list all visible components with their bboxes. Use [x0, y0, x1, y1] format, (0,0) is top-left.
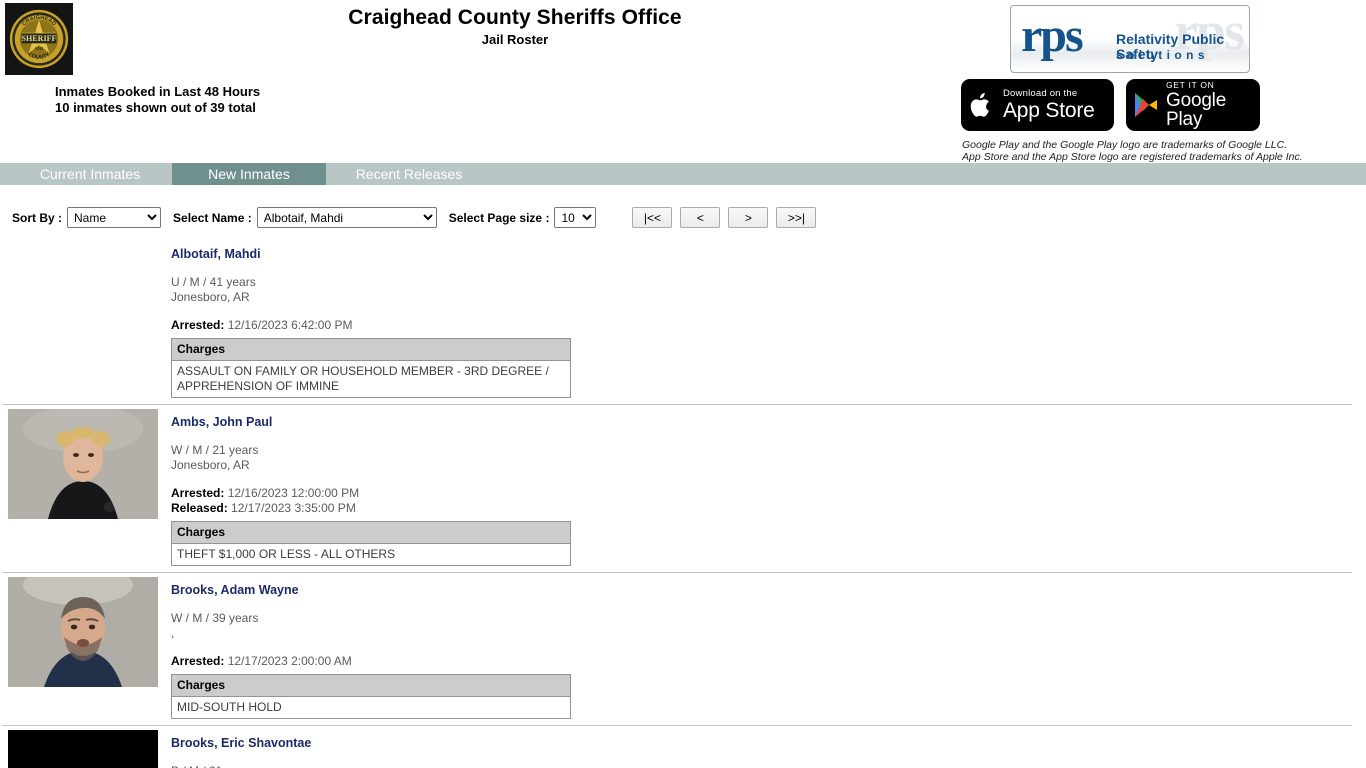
store-trademark-disclaimer: Google Play and the Google Play logo are… [962, 139, 1303, 163]
page-header: SHERIFF 1859 CRAIGHEAD COUNTY Craighead … [0, 0, 1366, 163]
inmate-location: Jonesboro, AR [171, 458, 250, 472]
inmate-race-sex-age: U / M / 41 years [171, 275, 256, 289]
app-store-label: Download on the App Store [1003, 89, 1095, 121]
sort-by-label: Sort By : [12, 210, 63, 225]
inmate-row: Ambs, John Paul W / M / 21 years Jonesbo… [0, 405, 1366, 573]
mugshot-cell [0, 405, 171, 566]
inmate-details: Brooks, Adam Wayne W / M / 39 years , Ar… [171, 573, 1366, 719]
disclaimer-line-2: App Store and the App Store logo are reg… [962, 151, 1303, 163]
rps-tagline-secondary: solutions [1116, 48, 1209, 62]
inmate-dates: Arrested: 12/16/2023 12:00:00 PM Release… [171, 486, 1366, 516]
mugshot-image[interactable] [8, 730, 158, 768]
inmate-name-link[interactable]: Ambs, John Paul [171, 415, 1366, 430]
inmate-arrested-line: Arrested: 12/16/2023 12:00:00 PM [171, 486, 1366, 501]
page-title: Craighead County Sheriffs Office [348, 6, 682, 29]
mugshot-cell [0, 573, 171, 719]
arrested-label: Arrested: [171, 318, 225, 332]
inmate-location: , [171, 626, 175, 640]
booked-window-label: Inmates Booked in Last 48 Hours [55, 84, 261, 99]
inmate-demographics: W / M / 39 years , [171, 611, 1366, 641]
pagination-next-button[interactable]: > [728, 207, 769, 228]
sort-by-select[interactable]: Name [67, 207, 162, 228]
charges-table: Charges MID-SOUTH HOLD [171, 674, 571, 719]
charge-item: MID-SOUTH HOLD [177, 700, 282, 714]
booked-summary: Inmates Booked in Last 48 Hours 10 inmat… [55, 84, 260, 116]
charges-column-header: Charges [171, 674, 571, 697]
inmate-race-sex-age: W / M / 39 years [171, 611, 259, 625]
app-store-small-text: Download on the [1003, 88, 1078, 100]
inmate-details: Brooks, Eric Shavontae B / M / 21 years … [171, 726, 1366, 768]
mugshot-cell [0, 726, 171, 768]
charges-column-header: Charges [171, 338, 571, 361]
inmate-row: Brooks, Eric Shavontae B / M / 21 years … [0, 726, 1366, 768]
google-play-icon [1126, 91, 1166, 119]
charges-table: Charges THEFT $1,000 OR LESS - ALL OTHER… [171, 521, 571, 566]
tab-bar-spacer [0, 163, 8, 185]
inmate-name-link[interactable]: Brooks, Eric Shavontae [171, 736, 1366, 751]
tab-recent-releases[interactable]: Recent Releases [326, 163, 492, 185]
pagination-last-button[interactable]: >>| [776, 207, 817, 228]
released-value: 12/17/2023 3:35:00 PM [231, 501, 356, 515]
page-size-label: Select Page size : [448, 210, 550, 225]
inmate-race-sex-age: B / M / 21 years [171, 764, 1366, 768]
select-name-dropdown[interactable]: Albotaif, Mahdi [256, 207, 437, 228]
arrested-value: 12/16/2023 6:42:00 PM [227, 318, 353, 332]
inmate-dates: Arrested: 12/16/2023 6:42:00 PM [171, 318, 1366, 333]
rps-logo[interactable]: rps rps Relativity Public Safety solutio… [1010, 5, 1250, 73]
arrested-label: Arrested: [171, 486, 225, 500]
inmate-location: Jonesboro, AR [171, 290, 250, 304]
mugshot-image[interactable] [8, 577, 158, 687]
google-play-button[interactable]: GET IT ON Google Play [1126, 79, 1260, 131]
inmate-dates: Arrested: 12/17/2023 2:00:00 AM [171, 654, 1366, 669]
inmate-arrested-line: Arrested: 12/17/2023 2:00:00 AM [171, 654, 1366, 669]
mugshot-image[interactable] [8, 409, 158, 519]
inmate-name-link[interactable]: Albotaif, Mahdi [171, 247, 1366, 262]
pagination-first-button[interactable]: |<< [632, 207, 673, 228]
inmate-demographics: W / M / 21 years Jonesboro, AR [171, 443, 1366, 473]
booked-count-label: 10 inmates shown out of 39 total [55, 100, 256, 115]
app-store-big-text: App Store [1003, 98, 1095, 122]
page-subtitle: Jail Roster [481, 32, 549, 47]
tab-new-inmates[interactable]: New Inmates [172, 163, 326, 185]
arrested-value: 12/16/2023 12:00:00 PM [227, 486, 360, 500]
pagination-prev-button[interactable]: < [680, 207, 721, 228]
inmate-demographics: B / M / 21 years Jonesboro, AR [171, 764, 1366, 768]
released-label: Released: [171, 501, 228, 515]
page-size-select[interactable]: 10 [554, 207, 597, 228]
google-play-big-text: Google Play [1166, 89, 1227, 130]
inmate-row: Albotaif, Mahdi U / M / 41 years Jonesbo… [0, 237, 1366, 405]
apple-icon [961, 91, 1003, 120]
google-play-label: GET IT ON Google Play [1166, 81, 1260, 129]
roster-tab-bar: Current Inmates New Inmates Recent Relea… [0, 163, 1366, 185]
jail-roster-page: SHERIFF 1859 CRAIGHEAD COUNTY Craighead … [0, 0, 1366, 768]
arrested-value: 12/17/2023 2:00:00 AM [227, 654, 352, 668]
inmate-arrested-line: Arrested: 12/16/2023 6:42:00 PM [171, 318, 1366, 333]
inmate-row: Brooks, Adam Wayne W / M / 39 years , Ar… [0, 573, 1366, 726]
mugshot-image [8, 241, 158, 351]
charges-table: Charges ASSAULT ON FAMILY OR HOUSEHOLD M… [171, 338, 571, 398]
inmate-roster-list: Albotaif, Mahdi U / M / 41 years Jonesbo… [0, 237, 1366, 768]
charges-column-header: Charges [171, 521, 571, 544]
inmate-released-line: Released: 12/17/2023 3:35:00 PM [171, 501, 1366, 516]
inmate-demographics: U / M / 41 years Jonesboro, AR [171, 275, 1366, 305]
arrested-label: Arrested: [171, 654, 225, 668]
inmate-details: Ambs, John Paul W / M / 21 years Jonesbo… [171, 405, 1366, 566]
rps-wordmark: rps [1021, 9, 1084, 62]
title-block: Craighead County Sheriffs Office Jail Ro… [0, 6, 1030, 49]
mugshot-cell [0, 237, 171, 398]
charge-item: ASSAULT ON FAMILY OR HOUSEHOLD MEMBER - … [177, 364, 549, 393]
inmate-race-sex-age: W / M / 21 years [171, 443, 259, 457]
inmate-name-link[interactable]: Brooks, Adam Wayne [171, 583, 1366, 598]
select-name-label: Select Name : [173, 210, 252, 225]
roster-toolbar: Sort By : Name Select Name : Albotaif, M… [0, 207, 817, 228]
tab-current-inmates[interactable]: Current Inmates [8, 163, 172, 185]
inmate-details: Albotaif, Mahdi U / M / 41 years Jonesbo… [171, 237, 1366, 398]
disclaimer-line-1: Google Play and the Google Play logo are… [962, 139, 1288, 151]
charge-item: THEFT $1,000 OR LESS - ALL OTHERS [177, 547, 396, 561]
google-play-small-text: GET IT ON [1166, 80, 1215, 91]
pagination-controls: |<< < > >>| [632, 207, 817, 228]
app-store-button[interactable]: Download on the App Store [961, 79, 1114, 131]
